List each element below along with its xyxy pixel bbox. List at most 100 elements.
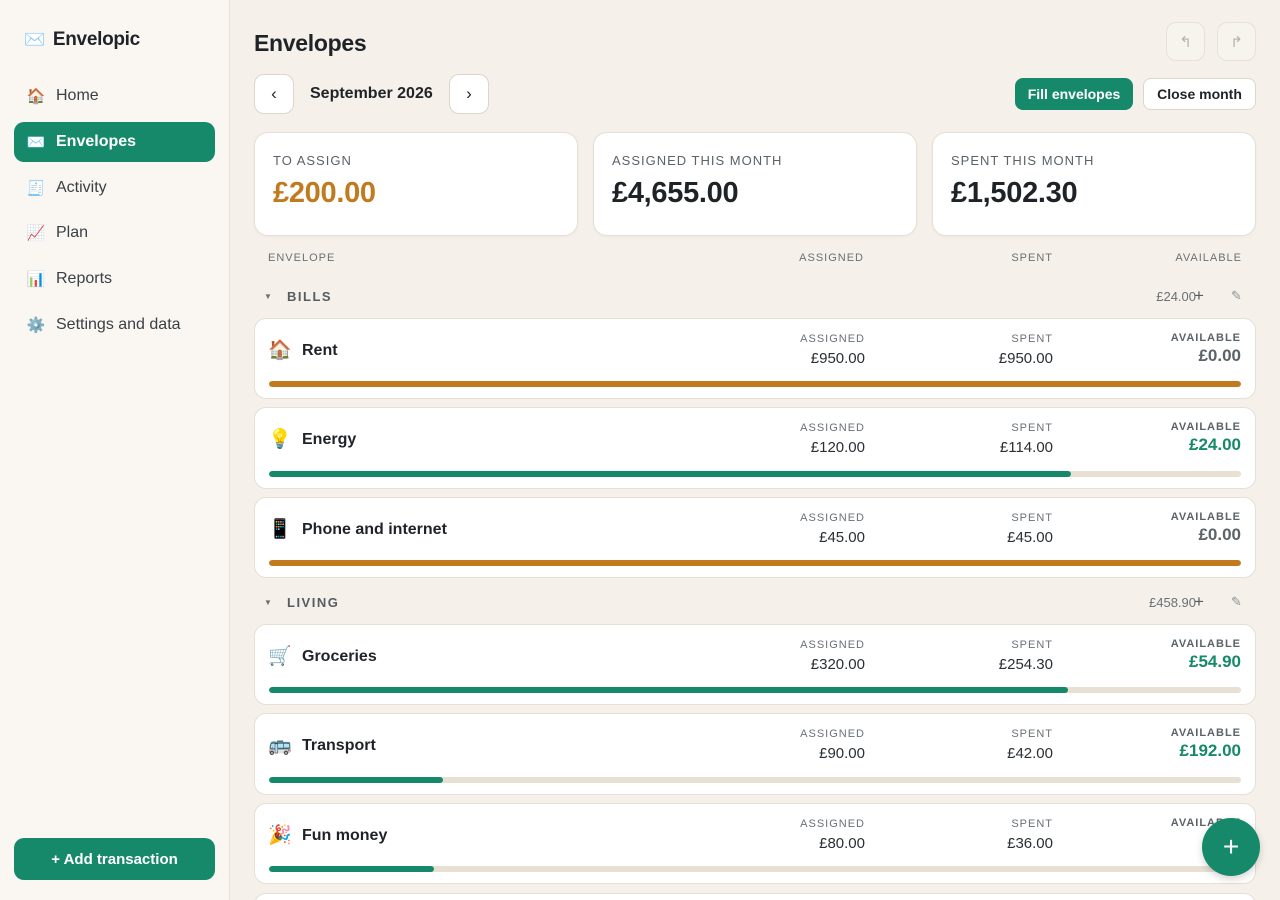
bar-chart-icon: 📊: [26, 271, 46, 289]
envelope-name: Energy: [302, 431, 357, 448]
assigned-value: £90.00: [819, 745, 865, 762]
envelope-name: Transport: [302, 737, 376, 754]
next-month-button[interactable]: ›: [449, 74, 489, 114]
progress-bar: [269, 866, 1241, 872]
assigned-label: ASSIGNED: [800, 639, 865, 651]
spent-value: £254.30: [998, 656, 1053, 673]
stat-label: TO ASSIGN: [273, 153, 352, 168]
group-header-living[interactable]: ▼ LIVING £458.90 + ✎: [254, 592, 1256, 614]
spent-value: £114.00: [999, 439, 1053, 456]
to-assign-card: TO ASSIGN £200.00: [254, 132, 578, 236]
sidebar-item-label: Envelopes: [56, 132, 137, 150]
assigned-cell[interactable]: ASSIGNED £120.00: [800, 422, 865, 456]
envelope-icon: 💡: [268, 429, 292, 450]
main-content: Envelopes ↰ ↱ ‹ September 2026 › Fill en…: [254, 0, 1256, 900]
sidebar: ✉️ Envelopic 🏠 Home ✉️ Envelopes 🧾 Activ…: [0, 0, 230, 900]
edit-group-icon[interactable]: ✎: [1231, 594, 1242, 610]
assigned-label: ASSIGNED: [800, 333, 865, 345]
undo-button[interactable]: ↰: [1166, 22, 1205, 61]
collapse-icon[interactable]: ▼: [264, 292, 272, 301]
available-label: AVAILABLE: [1170, 511, 1241, 523]
envelope-icon: ✉️: [26, 133, 46, 151]
spent-value: £950.00: [998, 350, 1053, 367]
spent-this-month-value: £1,502.30: [951, 177, 1078, 209]
envelope-row[interactable]: 🎉 Fun money ASSIGNED £80.00 SPENT £36.00 AVAIL…: [254, 803, 1256, 884]
available-cell: AVAILABLE £192.00: [1171, 727, 1241, 761]
available-cell: AVAILABLE £54.90: [1171, 638, 1241, 672]
close-month-button[interactable]: Close month: [1143, 78, 1256, 110]
spent-label: SPENT: [1011, 333, 1053, 345]
assigned-cell[interactable]: ASSIGNED £320.00: [800, 639, 865, 673]
envelope-icon: 🚌: [268, 735, 292, 756]
sidebar-item-plan[interactable]: 📈 Plan: [14, 213, 215, 253]
add-envelope-icon[interactable]: +: [1194, 286, 1204, 306]
trend-chart-icon: 📈: [26, 225, 46, 243]
column-header-available: AVAILABLE: [1175, 252, 1242, 264]
assigned-cell[interactable]: ASSIGNED £45.00: [800, 512, 865, 546]
spent-label: SPENT: [1011, 818, 1053, 830]
progress-bar: [269, 381, 1241, 387]
stat-label: ASSIGNED THIS MONTH: [612, 153, 783, 168]
available-cell: AVAILABLE £0.00: [1171, 332, 1241, 366]
sidebar-item-home[interactable]: 🏠 Home: [14, 76, 215, 116]
collapse-icon[interactable]: ▼: [264, 598, 272, 607]
available-cell: AVAILABLE £24.00: [1171, 421, 1241, 455]
sidebar-item-label: Plan: [56, 224, 89, 242]
spent-cell: SPENT £114.00: [1000, 422, 1053, 456]
sidebar-nav: 🏠 Home ✉️ Envelopes 🧾 Activity 📈 Plan 📊 …: [14, 76, 215, 351]
add-fab-button[interactable]: +: [1202, 818, 1260, 876]
sidebar-item-label: Home: [56, 87, 99, 104]
assigned-cell[interactable]: ASSIGNED £80.00: [800, 818, 865, 852]
envelope-row[interactable]: 🚌 Transport ASSIGNED £90.00 SPENT £42.00 AVAIL…: [254, 713, 1256, 795]
sidebar-item-label: Settings and data: [56, 315, 181, 333]
column-header-assigned: ASSIGNED: [799, 252, 864, 264]
assigned-cell[interactable]: ASSIGNED £90.00: [800, 728, 865, 762]
edit-group-icon[interactable]: ✎: [1231, 288, 1242, 304]
brand[interactable]: ✉️ Envelopic: [24, 29, 140, 51]
envelope-icon: 🎉: [268, 825, 292, 846]
spent-cell: SPENT £950.00: [999, 333, 1053, 367]
progress-fill: [269, 560, 1241, 566]
envelope-row[interactable]: [254, 893, 1256, 900]
envelope-name: Fun money: [302, 827, 388, 844]
available-value: £0.00: [1198, 525, 1241, 544]
add-transaction-button[interactable]: + Add transaction: [14, 838, 215, 880]
assigned-cell[interactable]: ASSIGNED £950.00: [800, 333, 865, 367]
envelope-row[interactable]: 🛒 Groceries ASSIGNED £320.00 SPENT £254.30 AVA…: [254, 624, 1256, 705]
assigned-value: £120.00: [810, 439, 865, 456]
sidebar-item-reports[interactable]: 📊 Reports: [14, 259, 215, 299]
sidebar-item-envelopes[interactable]: ✉️ Envelopes: [14, 121, 215, 162]
progress-fill: [269, 471, 1071, 477]
envelope-name: Groceries: [302, 648, 377, 665]
envelope-row[interactable]: 📱 Phone and internet ASSIGNED £45.00 SPENT £4…: [254, 497, 1256, 578]
assigned-label: ASSIGNED: [800, 818, 865, 830]
envelope-row[interactable]: 💡 Energy ASSIGNED £120.00 SPENT £114.00 AVAILA…: [254, 407, 1256, 489]
assigned-label: ASSIGNED: [800, 728, 865, 740]
spent-label: SPENT: [1011, 512, 1053, 524]
spent-cell: SPENT £254.30: [999, 639, 1053, 673]
add-envelope-icon[interactable]: +: [1194, 592, 1204, 612]
sidebar-item-label: Activity: [56, 178, 107, 196]
envelope-icon: 🏠: [268, 340, 292, 361]
spent-label: SPENT: [1011, 639, 1053, 651]
previous-month-button[interactable]: ‹: [254, 74, 294, 114]
sidebar-item-activity[interactable]: 🧾 Activity: [14, 168, 215, 208]
spent-value: £42.00: [1007, 745, 1053, 762]
spent-value: £45.00: [1007, 529, 1053, 546]
gear-icon: ⚙️: [26, 316, 46, 334]
spent-cell: SPENT £45.00: [1007, 512, 1053, 546]
spent-cell: SPENT £42.00: [1007, 728, 1053, 762]
available-label: AVAILABLE: [1170, 421, 1241, 433]
redo-button[interactable]: ↱: [1217, 22, 1256, 61]
column-header-envelope: ENVELOPE: [268, 252, 336, 264]
fill-envelopes-button[interactable]: Fill envelopes: [1015, 78, 1133, 110]
sidebar-item-settings[interactable]: ⚙️ Settings and data: [14, 305, 215, 345]
plus-icon: +: [1222, 831, 1240, 862]
assigned-value: £950.00: [810, 350, 865, 367]
to-assign-value: £200.00: [273, 177, 376, 209]
group-header-bills[interactable]: ▼ BILLS £24.00 + ✎: [254, 286, 1256, 308]
available-value: £54.90: [1189, 652, 1241, 671]
envelope-icon: 🛒: [268, 646, 292, 667]
assigned-this-month-card: ASSIGNED THIS MONTH £4,655.00: [593, 132, 917, 236]
envelope-row[interactable]: 🏠 Rent ASSIGNED £950.00 SPENT £950.00 AVAILABL…: [254, 318, 1256, 399]
